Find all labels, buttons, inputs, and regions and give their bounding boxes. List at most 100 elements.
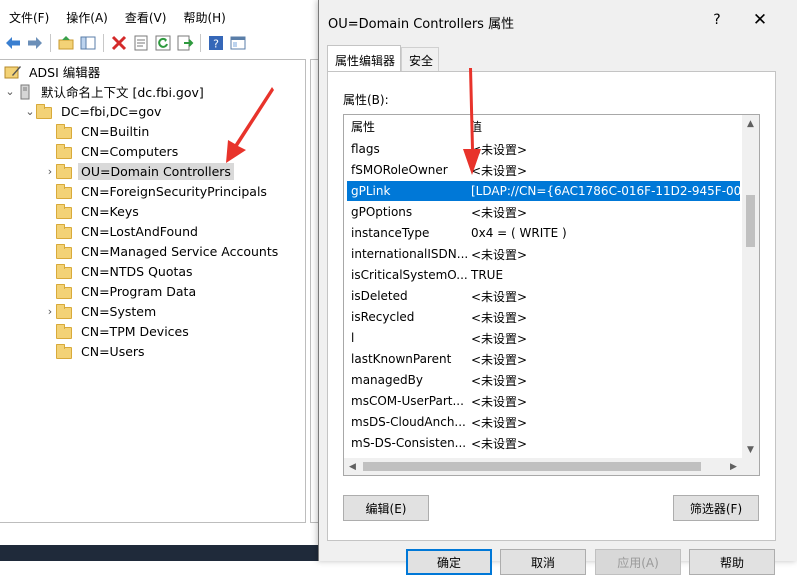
dialog-title: OU=Domain Controllers 属性 [328, 17, 515, 32]
attributes-label: 属性(B): [343, 93, 389, 107]
tree-context-label: 默认命名上下文 [dc.fbi.gov] [41, 85, 204, 100]
tree-item[interactable]: CN=Builtin [44, 122, 152, 141]
list-item[interactable]: instanceType 0x4 = ( WRITE ) [347, 223, 740, 243]
list-item[interactable]: internationalISDN... <未设置> [347, 244, 740, 264]
tree-item-label: CN=Builtin [81, 124, 150, 139]
edit-button[interactable]: 编辑(E) [343, 495, 429, 521]
list-item[interactable]: l <未设置> [347, 328, 740, 348]
list-item[interactable]: msDS-CloudAnch... <未设置> [347, 412, 740, 432]
tree-context[interactable]: ⌄ 默认命名上下文 [dc.fbi.gov] [4, 82, 207, 101]
tree-item-label: CN=LostAndFound [81, 224, 198, 239]
cancel-button[interactable]: 取消 [500, 549, 586, 575]
list-item[interactable]: isDeleted <未设置> [347, 286, 740, 306]
forward-arrow-icon[interactable] [25, 33, 45, 53]
apply-button[interactable]: 应用(A) [595, 549, 681, 575]
chevron-right-icon[interactable]: › [44, 165, 56, 178]
list-item[interactable]: fSMORoleOwner <未设置> [347, 160, 740, 180]
list-item[interactable]: mS-DS-Consisten... <未设置> [347, 433, 740, 453]
chevron-down-icon[interactable]: ⌄ [24, 105, 36, 118]
column-header-attribute[interactable]: 属性 [351, 118, 375, 135]
list-item[interactable]: gPOptions <未设置> [347, 202, 740, 222]
tree-item-label: CN=ForeignSecurityPrincipals [81, 184, 267, 199]
folder-icon [56, 263, 74, 280]
tree-item[interactable]: CN=Managed Service Accounts [44, 242, 281, 261]
tab-attribute-editor[interactable]: 属性编辑器 [327, 45, 402, 71]
tree-item[interactable]: CN=Computers [44, 142, 181, 161]
folder-up-icon[interactable] [56, 33, 76, 53]
tree-item-label: CN=Program Data [81, 284, 197, 299]
ok-button[interactable]: 确定 [406, 549, 492, 575]
attribute-list[interactable]: 属性 值 flags <未设置> fSMORoleOwner <未设置> gPL… [343, 114, 760, 476]
vertical-scrollbar[interactable]: ▲ ▼ [742, 115, 759, 458]
tree-root[interactable]: ADSI 编辑器 [4, 62, 103, 81]
menu-bar: 文件(F) 操作(A) 查看(V) 帮助(H) [0, 6, 330, 28]
toolbar-separator [103, 34, 104, 52]
tree-domain-label: DC=fbi,DC=gov [61, 104, 162, 119]
tree-item[interactable]: CN=Program Data [44, 282, 199, 301]
help-icon[interactable]: ? [206, 33, 226, 53]
list-item[interactable]: lastKnownParent <未设置> [347, 349, 740, 369]
list-item[interactable]: flags <未设置> [347, 139, 740, 159]
tree-item[interactable]: CN=TPM Devices [44, 322, 192, 341]
folder-icon [56, 243, 74, 260]
svg-text:?: ? [213, 38, 219, 51]
properties-dialog: OU=Domain Controllers 属性 ? ✕ 属性编辑器 安全 属性… [318, 0, 797, 575]
folder-icon [56, 143, 74, 160]
folder-icon [56, 343, 74, 360]
folder-icon [56, 163, 74, 180]
tab-security[interactable]: 安全 [401, 47, 440, 71]
delete-icon[interactable] [109, 33, 129, 53]
tree-item-system[interactable]: › CN=System [44, 302, 159, 321]
help-button[interactable]: 帮助 [689, 549, 775, 575]
console-icon[interactable] [228, 33, 248, 53]
list-item[interactable]: isCriticalSystemO... TRUE [347, 265, 740, 285]
menu-file[interactable]: 文件(F) [0, 6, 57, 28]
show-hide-tree-icon[interactable] [78, 33, 98, 53]
scroll-up-icon[interactable]: ▲ [742, 115, 759, 132]
tree-item-label: CN=Users [81, 344, 145, 359]
horizontal-scrollbar[interactable]: ◀ ▶ [344, 458, 759, 475]
tree-item[interactable]: CN=ForeignSecurityPrincipals [44, 182, 270, 201]
adsi-edit-icon [4, 64, 22, 80]
tree-item[interactable]: CN=Keys [44, 202, 142, 221]
tree-item-label: CN=Keys [81, 204, 139, 219]
chevron-down-icon[interactable]: ⌄ [4, 85, 16, 98]
refresh-icon[interactable] [153, 33, 173, 53]
properties-icon[interactable] [131, 33, 151, 53]
back-arrow-icon[interactable] [3, 33, 23, 53]
help-icon[interactable]: ? [708, 12, 726, 28]
chevron-right-icon[interactable]: › [44, 305, 56, 318]
scroll-down-icon[interactable]: ▼ [742, 441, 759, 458]
folder-icon [56, 223, 74, 240]
tree-item-label: CN=Managed Service Accounts [81, 244, 279, 259]
column-header-value[interactable]: 值 [470, 118, 482, 135]
menu-action[interactable]: 操作(A) [57, 6, 116, 28]
toolbar: ? [0, 30, 330, 56]
tree-item[interactable]: CN=Users [44, 342, 148, 361]
tree-root-label: ADSI 编辑器 [29, 65, 101, 80]
scroll-left-icon[interactable]: ◀ [344, 458, 361, 475]
scroll-thumb[interactable] [363, 462, 701, 471]
tree-domain[interactable]: ⌄ DC=fbi,DC=gov [24, 102, 164, 121]
scroll-thumb[interactable] [746, 195, 755, 247]
tree-item[interactable]: CN=LostAndFound [44, 222, 201, 241]
folder-icon [36, 103, 54, 120]
toolbar-separator [50, 34, 51, 52]
menu-view[interactable]: 查看(V) [116, 6, 175, 28]
folder-icon [56, 283, 74, 300]
tree-item-label: OU=Domain Controllers [78, 163, 234, 180]
list-item[interactable]: managedBy <未设置> [347, 370, 740, 390]
tab-strip: 属性编辑器 安全 [327, 45, 440, 71]
menu-help[interactable]: 帮助(H) [174, 6, 233, 28]
list-item[interactable]: msCOM-UserPart... <未设置> [347, 391, 740, 411]
list-item[interactable]: isRecycled <未设置> [347, 307, 740, 327]
tree-item-label: CN=Computers [81, 144, 179, 159]
list-item-gplink[interactable]: gPLink [LDAP://CN={6AC1786C-016F-11D2-94… [347, 181, 740, 201]
tree-item-domain-controllers[interactable]: › OU=Domain Controllers [44, 162, 234, 181]
scroll-right-icon[interactable]: ▶ [725, 458, 742, 475]
close-icon[interactable]: ✕ [750, 10, 770, 30]
tree-item[interactable]: CN=NTDS Quotas [44, 262, 196, 281]
filter-button[interactable]: 筛选器(F) [673, 495, 759, 521]
export-icon[interactable] [175, 33, 195, 53]
folder-icon [56, 323, 74, 340]
